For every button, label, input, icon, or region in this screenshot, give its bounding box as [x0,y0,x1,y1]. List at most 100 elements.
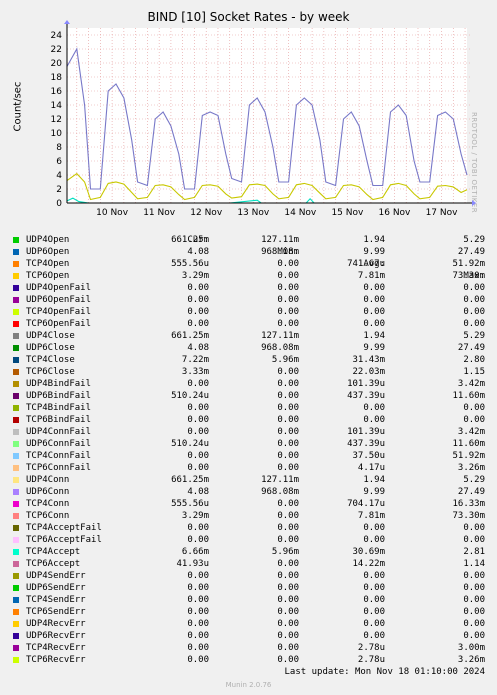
legend-avg: 2.78u [357,655,385,665]
legend-row: UDP6RecvErr 0.00 0.00 0.00 0.00 [13,630,493,642]
legend-name: TCP4Close [26,355,75,365]
legend-swatch [13,309,19,315]
legend-max: 0.00 [463,415,485,425]
legend-max: 2.80 [463,355,485,365]
legend-row: TCP6Open 3.29m 0.00 7.81m 73.30m [13,270,493,282]
last-update: Last update: Mon Nov 18 01:10:00 2024 [284,667,485,677]
legend-max: 11.60m [452,391,485,401]
legend-max: 0.00 [463,307,485,317]
legend-min: 127.11m [261,235,299,245]
legend-swatch [13,441,19,447]
legend-max: 1.15 [463,367,485,377]
legend-name: TCP4Conn [26,499,70,509]
legend-cur: 7.22m [181,355,209,365]
legend-max: 0.00 [463,571,485,581]
legend-min: 0.00 [277,403,299,413]
legend-cur: 0.00 [187,595,209,605]
legend-cur: 661.25m [171,331,209,341]
legend-avg: 14.22m [352,559,385,569]
legend-cur: 0.00 [187,319,209,329]
legend-avg: 4.17u [357,463,385,473]
legend-avg: 0.00 [363,535,385,545]
legend-swatch [13,357,19,363]
legend-avg: 7.81m [357,271,385,281]
legend-cur: 6.66m [181,547,209,557]
legend-min: 5.96m [271,547,299,557]
legend-row: TCP6ConnFail 0.00 0.00 4.17u 3.26m [13,462,493,474]
legend-swatch [13,393,19,399]
legend-max: 0.00 [463,523,485,533]
legend-name: TCP6Close [26,367,75,377]
legend-row: UDP6ConnFail 510.24u 0.00 437.39u 11.60m [13,438,493,450]
legend-swatch [13,465,19,471]
legend-min: 0.00 [277,559,299,569]
legend-name: TCP6SendErr [26,607,86,617]
legend-min: 5.96m [271,355,299,365]
legend-cur: 4.08 [187,247,209,257]
legend-cur: 4.08 [187,343,209,353]
legend-min: 0.00 [277,259,299,269]
legend-name: UDP6Close [26,343,75,353]
legend-min: 0.00 [277,379,299,389]
legend-swatch [13,657,19,663]
legend-name: UDP4Close [26,331,75,341]
legend-table: Cur: Min: Avg: Max: UDP4Open 661.25m 127.1… [13,222,493,666]
legend-row: TCP6SendErr 0.00 0.00 0.00 0.00 [13,606,493,618]
legend-min: 0.00 [277,451,299,461]
legend-max: 5.29 [463,235,485,245]
legend-name: TCP4Accept [26,547,81,557]
legend-cur: 0.00 [187,523,209,533]
legend-swatch [13,273,19,279]
legend-swatch [13,645,19,651]
legend-row: UDP6Conn 4.08 968.08m 9.99 27.49 [13,486,493,498]
legend-avg: 0.00 [363,571,385,581]
legend-max: 2.81 [463,547,485,557]
legend-swatch [13,561,19,567]
legend-cur: 3.29m [181,511,209,521]
legend-max: 27.49 [457,343,485,353]
legend-max: 1.14 [463,559,485,569]
legend-avg: 22.03m [352,367,385,377]
legend-cur: 0.00 [187,379,209,389]
legend-name: UDP6ConnFail [26,439,92,449]
legend-row: TCP4Accept 6.66m 5.96m 30.69m 2.81 [13,546,493,558]
legend-cur: 4.08 [187,487,209,497]
legend-swatch [13,573,19,579]
legend-name: TCP4BindFail [26,403,92,413]
legend-swatch [13,477,19,483]
legend-max: 11.60m [452,439,485,449]
legend-max: 3.00m [457,643,485,653]
legend-cur: 0.00 [187,619,209,629]
legend-swatch [13,381,19,387]
legend-name: UDP4ConnFail [26,427,92,437]
legend-row: UDP4OpenFail 0.00 0.00 0.00 0.00 [13,282,493,294]
legend-swatch [13,549,19,555]
y-tick-label: 20 [51,59,63,69]
y-tick-label: 16 [51,87,63,97]
legend-avg: 9.99 [363,487,385,497]
legend-row: TCP6BindFail 0.00 0.00 0.00 0.00 [13,414,493,426]
legend-header: Cur: Min: Avg: Max: [13,222,493,281]
legend-swatch [13,429,19,435]
y-tick-label: 24 [51,31,63,41]
legend-cur: 555.56u [171,499,209,509]
legend-avg: 2.78u [357,643,385,653]
legend-avg: 741.67u [347,259,385,269]
legend-name: UDP6Conn [26,487,70,497]
legend-min: 0.00 [277,391,299,401]
legend-cur: 0.00 [187,535,209,545]
legend-name: UDP4OpenFail [26,283,92,293]
legend-min: 968.08m [261,487,299,497]
legend-cur: 0.00 [187,607,209,617]
legend-cur: 0.00 [187,631,209,641]
legend-name: TCP6BindFail [26,415,92,425]
legend-min: 0.00 [277,511,299,521]
legend-cur: 510.24u [171,391,209,401]
legend-row: TCP4Open 555.56u 0.00 741.67u 51.92m [13,258,493,270]
chart-plot: 024681012141618202224 10 Nov 11 Nov 12 Nov… [51,20,476,218]
x-tick-label: 11 Nov [143,208,176,218]
legend-min: 968.08m [261,343,299,353]
legend-swatch [13,249,19,255]
legend-max: 0.00 [463,595,485,605]
x-tick-label: 10 Nov [96,208,129,218]
